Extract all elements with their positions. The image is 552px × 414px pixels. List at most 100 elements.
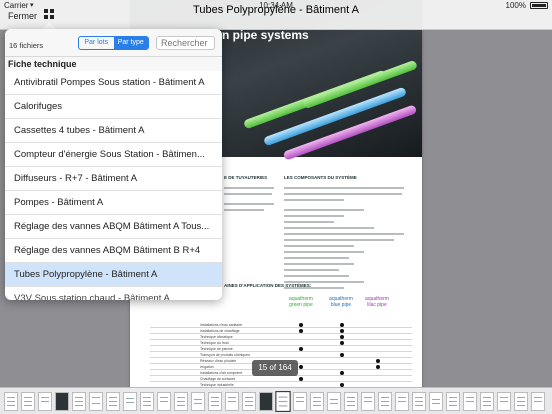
text-line — [224, 209, 264, 211]
sort-segmented-control: Par lots Par type — [78, 36, 149, 50]
list-item[interactable]: Cassettes 4 tubes - Bâtiment A — [5, 119, 222, 143]
legend-line: green pipe — [289, 301, 313, 308]
file-count: 16 fichiers — [9, 41, 44, 50]
table-dot — [340, 329, 344, 333]
table-dot — [299, 377, 303, 381]
table-cell: Irrigation — [200, 365, 214, 369]
table-cell: Réseaux d'eau pluviale — [200, 359, 237, 363]
table-cell: Transport de produits chimiques — [200, 353, 250, 357]
page-thumbnail[interactable] — [225, 392, 239, 411]
text-line — [284, 263, 354, 265]
table-dot — [340, 353, 344, 357]
segment-by-lots[interactable]: Par lots — [79, 37, 114, 49]
text-line — [224, 187, 274, 189]
page-thumbnail[interactable] — [514, 392, 528, 411]
page-thumbnail[interactable] — [4, 392, 18, 411]
table-dot — [340, 335, 344, 339]
page-thumbnail[interactable] — [446, 392, 460, 411]
page-thumbnail[interactable] — [497, 392, 511, 411]
page-thumbnail[interactable] — [463, 392, 477, 411]
page-thumbnail[interactable] — [208, 392, 222, 411]
banner-heading: n pipe systems — [222, 28, 309, 42]
list-item-selected[interactable]: Tubes Polypropylène - Bâtiment A — [5, 263, 222, 287]
list-item[interactable]: Calorifuges — [5, 95, 222, 119]
search-input[interactable] — [156, 36, 215, 50]
list-item[interactable]: Antivibratil Pompes Sous station - Bâtim… — [5, 71, 222, 95]
page-thumbnail-current[interactable] — [275, 391, 291, 412]
page-thumbnail[interactable] — [361, 392, 375, 411]
legend-green-pipe: aquatherm green pipe — [286, 296, 316, 308]
page-thumbnail[interactable] — [429, 392, 443, 411]
page-thumbnail[interactable] — [259, 392, 273, 411]
list-item[interactable]: Pompes - Bâtiment A — [5, 191, 222, 215]
page-thumbnail[interactable] — [310, 392, 324, 411]
battery-percent: 100% — [505, 1, 526, 10]
page-counter: 15 of 164 — [252, 360, 298, 376]
table-dot — [340, 341, 344, 345]
page-thumbnail[interactable] — [174, 392, 188, 411]
legend-blue-pipe: aquatherm blue pipe — [326, 296, 356, 308]
list-item[interactable]: Réglage des vannes ABQM Bâtiment A Tous.… — [5, 215, 222, 239]
page-thumbnail[interactable] — [140, 392, 154, 411]
list-item[interactable]: Diffuseurs - R+7 - Bâtiment A — [5, 167, 222, 191]
segment-by-type[interactable]: Par type — [113, 37, 148, 49]
page-thumbnail[interactable] — [242, 392, 256, 411]
text-line — [284, 239, 394, 241]
text-line — [284, 233, 404, 235]
text-line — [284, 245, 354, 247]
list-item[interactable]: Compteur d'énergie Sous Station - Bâtime… — [5, 143, 222, 167]
page-thumbnail[interactable] — [55, 392, 69, 411]
application-table: Installations d'eau sanitaire Installati… — [150, 322, 412, 394]
table-cell: Chauffage de surfaces — [200, 377, 236, 381]
popover-header: 16 fichiers Par lots Par type — [5, 29, 222, 57]
table-cell: Installations d'air comprimé — [200, 371, 243, 375]
list-item[interactable]: Réglage des vannes ABQM Bâtiment B R+4 — [5, 239, 222, 263]
page-thumbnail[interactable] — [72, 392, 86, 411]
legend-line: blue pipe — [330, 301, 352, 308]
page-thumbnail[interactable] — [378, 392, 392, 411]
table-cell: Technique climatique — [200, 335, 233, 339]
file-list-popover: 16 fichiers Par lots Par type Fiche tech… — [5, 29, 222, 300]
text-line — [224, 193, 272, 195]
text-line — [284, 269, 339, 271]
table-dot — [376, 365, 380, 369]
text-line — [284, 227, 374, 229]
page-thumbnail[interactable] — [21, 392, 35, 411]
text-line — [284, 193, 402, 195]
text-line — [284, 215, 344, 217]
table-heading: AINES D'APPLICATION DES SYSTÈMES: — [224, 283, 312, 288]
table-cell: Installations d'eau sanitaire — [200, 323, 243, 327]
page-thumbnail[interactable] — [344, 392, 358, 411]
page-thumbnail[interactable] — [327, 392, 341, 411]
page-thumbnail[interactable] — [412, 392, 426, 411]
thumbnail-strip[interactable] — [0, 387, 552, 414]
page-thumbnail[interactable] — [191, 392, 205, 411]
text-line — [224, 203, 274, 205]
clock: 10:34 AM — [259, 1, 293, 10]
text-line — [284, 199, 344, 201]
text-line — [284, 257, 349, 259]
page-thumbnail[interactable] — [293, 392, 307, 411]
table-dot — [340, 323, 344, 327]
text-line — [284, 221, 334, 223]
legend-lilac-pipe: aquatherm lilac pipe — [362, 296, 392, 308]
page-thumbnail[interactable] — [123, 392, 137, 411]
left-column-heading: E DE TUYAUTERIES — [224, 175, 268, 180]
page-thumbnail[interactable] — [480, 392, 494, 411]
section-header: Fiche technique — [5, 57, 222, 71]
table-dot — [299, 329, 303, 333]
page-thumbnail[interactable] — [106, 392, 120, 411]
page-thumbnail[interactable] — [157, 392, 171, 411]
table-dot — [340, 371, 344, 375]
table-cell: Installations de chauffage — [200, 329, 240, 333]
page-thumbnail[interactable] — [38, 392, 52, 411]
page-thumbnail[interactable] — [395, 392, 409, 411]
list-item[interactable]: V3V Sous station chaud - Bâtiment A — [5, 287, 222, 300]
text-line — [284, 275, 349, 277]
table-cell: Technique de piscine — [200, 347, 233, 351]
right-column-heading: LES COMPOSANTS DU SYSTÈME — [284, 175, 357, 180]
battery-icon — [530, 2, 548, 9]
page-thumbnail[interactable] — [89, 392, 103, 411]
page-thumbnail[interactable] — [531, 392, 545, 411]
status-bar: Carrier ▾ 10:34 AM 100% — [0, 0, 552, 10]
